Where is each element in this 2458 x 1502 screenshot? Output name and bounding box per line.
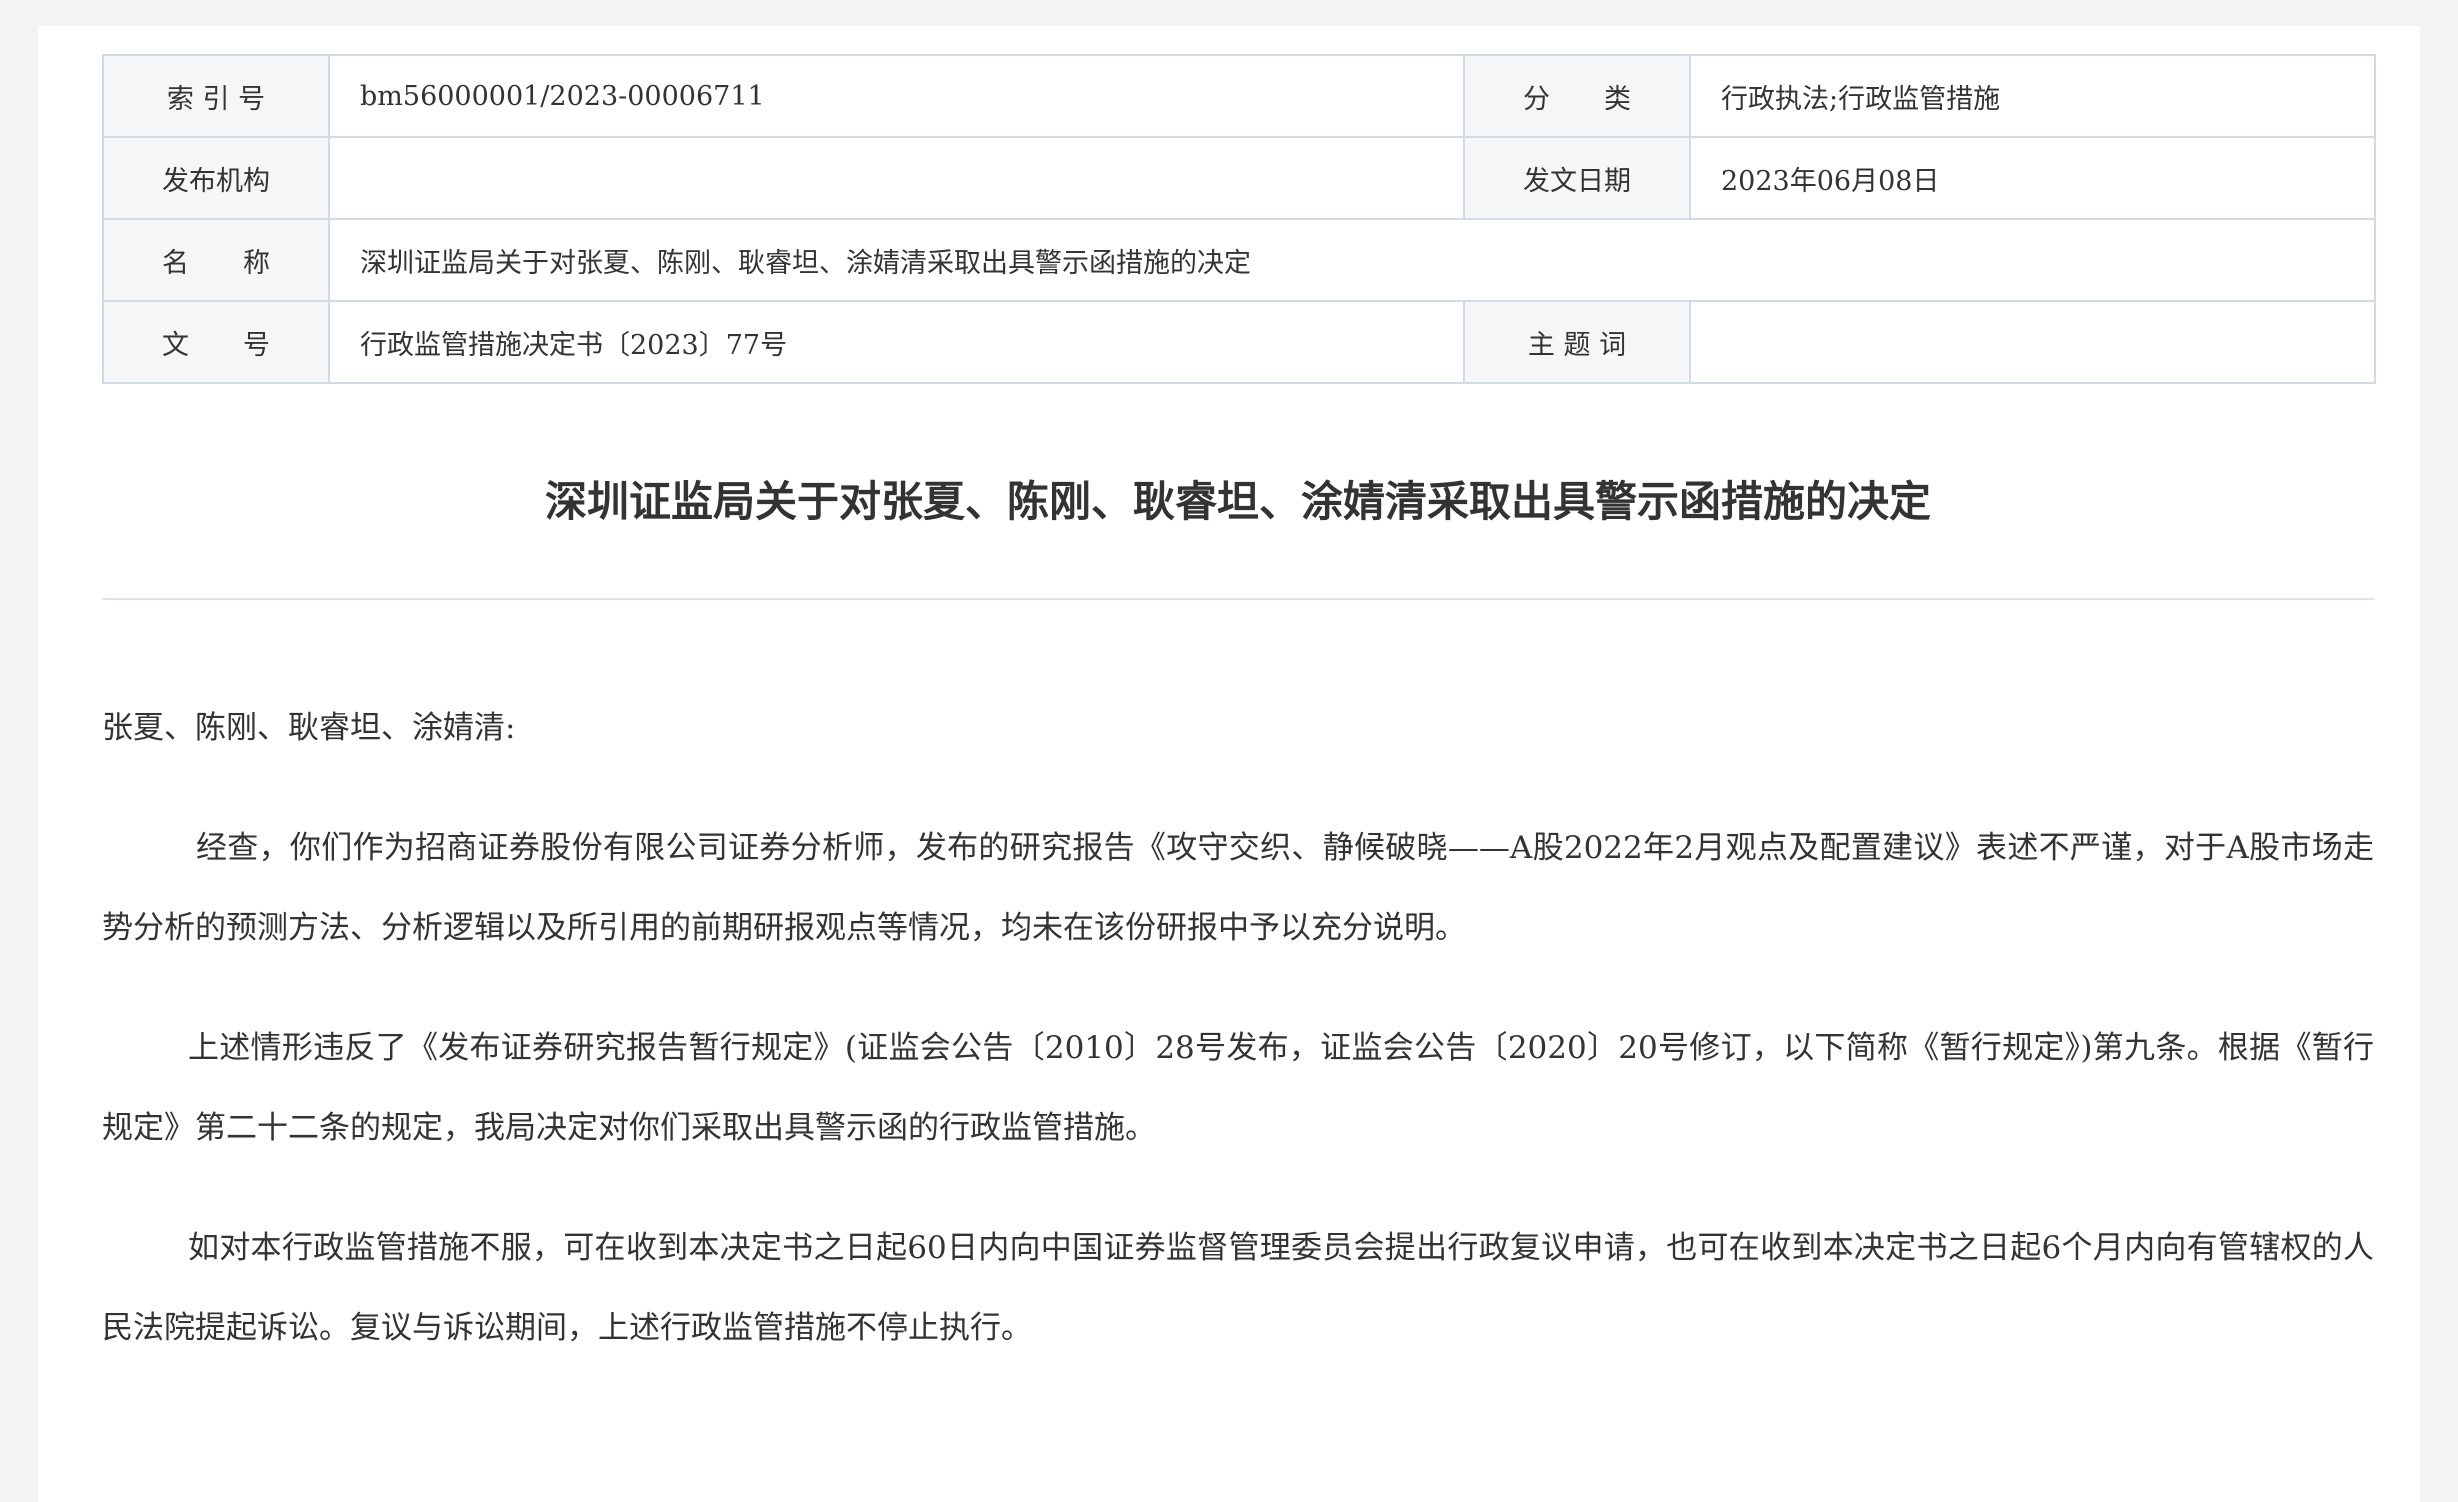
index-label: 索 引 号 [102, 54, 330, 138]
index-value: bm56000001/2023-00006711 [328, 54, 1465, 138]
metadata-row-docno: 文 号 行政监管措施决定书〔2023〕77号 主 题 词 [102, 300, 2376, 384]
metadata-row-index: 索 引 号 bm56000001/2023-00006711 分 类 行政执法;… [102, 54, 2376, 138]
paragraph-appeal: 如对本行政监管措施不服，可在收到本决定书之日起60日内向中国证券监督管理委员会提… [102, 1230, 2374, 1346]
keywords-label: 主 题 词 [1463, 300, 1691, 384]
title-divider [102, 598, 2374, 600]
paragraph-violation: 上述情形违反了《发布证券研究报告暂行规定》(证监会公告〔2010〕28号发布，证… [102, 1030, 2374, 1146]
name-label: 名 称 [102, 218, 330, 302]
keywords-value [1689, 300, 2376, 384]
date-label: 发文日期 [1463, 136, 1691, 220]
paragraph-findings: 经查，你们作为招商证券股份有限公司证券分析师，发布的研究报告《攻守交织、静候破晓… [102, 830, 2374, 946]
name-value: 深圳证监局关于对张夏、陈刚、耿睿坦、涂婧清采取出具警示函措施的决定 [328, 218, 2376, 302]
category-label: 分 类 [1463, 54, 1691, 138]
document-title: 深圳证监局关于对张夏、陈刚、耿睿坦、涂婧清采取出具警示函措施的决定 [544, 477, 1931, 526]
salutation: 张夏、陈刚、耿睿坦、涂婧清: [102, 710, 516, 746]
metadata-row-name: 名 称 深圳证监局关于对张夏、陈刚、耿睿坦、涂婧清采取出具警示函措施的决定 [102, 218, 2376, 302]
metadata-row-publisher: 发布机构 发文日期 2023年06月08日 [102, 136, 2376, 220]
docno-label: 文 号 [102, 300, 330, 384]
publisher-value [328, 136, 1465, 220]
date-value: 2023年06月08日 [1689, 136, 2376, 220]
document-metadata-table: 索 引 号 bm56000001/2023-00006711 分 类 行政执法;… [102, 54, 2376, 384]
document-page: 索 引 号 bm56000001/2023-00006711 分 类 行政执法;… [38, 26, 2420, 1502]
publisher-label: 发布机构 [102, 136, 330, 220]
category-value: 行政执法;行政监管措施 [1689, 54, 2376, 138]
docno-value: 行政监管措施决定书〔2023〕77号 [328, 300, 1465, 384]
